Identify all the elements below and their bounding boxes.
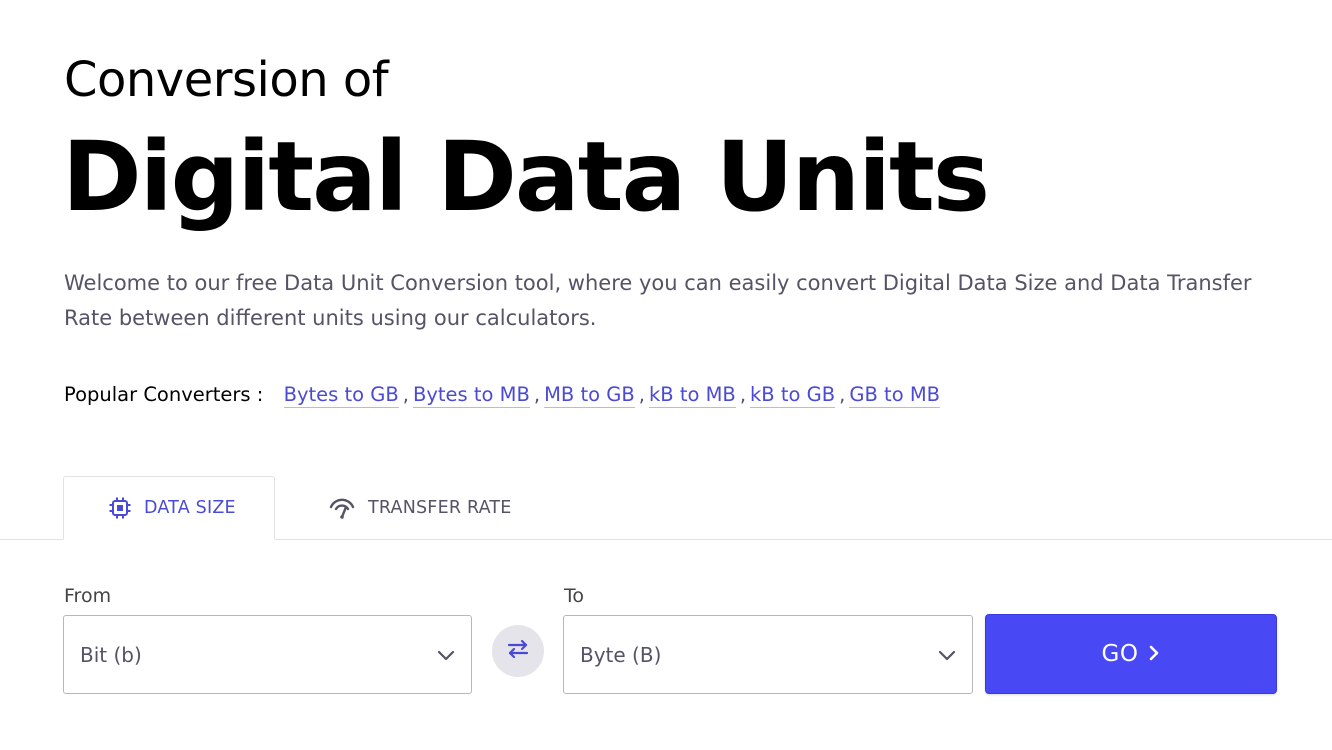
link-mb-to-gb[interactable]: MB to GB bbox=[544, 383, 635, 408]
hero-subtitle: Conversion of bbox=[64, 52, 389, 108]
from-unit-value: Bit (b) bbox=[80, 642, 142, 667]
link-separator: , bbox=[638, 383, 645, 406]
intro-text: Welcome to our free Data Unit Conversion… bbox=[64, 271, 1252, 330]
tab-data-size-label: DATA SIZE bbox=[144, 498, 236, 518]
from-label: From bbox=[64, 585, 112, 607]
swap-units-button[interactable] bbox=[492, 625, 544, 677]
chevron-right-icon bbox=[1148, 641, 1160, 667]
from-unit-select[interactable]: Bit (b) bbox=[63, 615, 472, 694]
tab-transfer-rate-label: TRANSFER RATE bbox=[368, 498, 512, 518]
tab-data-size[interactable]: DATA SIZE bbox=[63, 476, 275, 540]
popular-converters-label: Popular Converters : bbox=[64, 383, 264, 406]
link-separator: , bbox=[533, 383, 541, 406]
speedometer-icon bbox=[328, 496, 356, 520]
link-gb-to-mb[interactable]: GB to MB bbox=[849, 383, 941, 408]
link-bytes-to-gb[interactable]: Bytes to GB bbox=[283, 383, 399, 408]
swap-arrows-icon bbox=[506, 639, 530, 663]
chevron-down-icon bbox=[938, 643, 956, 667]
tab-transfer-rate[interactable]: TRANSFER RATE bbox=[328, 476, 512, 540]
popular-converters: Popular Converters : Bytes to GB, Bytes t… bbox=[64, 380, 941, 410]
to-unit-select[interactable]: Byte (B) bbox=[563, 615, 973, 694]
to-unit-value: Byte (B) bbox=[580, 642, 662, 667]
link-kb-to-mb[interactable]: kB to MB bbox=[648, 383, 736, 408]
link-bytes-to-mb[interactable]: Bytes to MB bbox=[412, 383, 530, 408]
chevron-down-icon bbox=[437, 643, 455, 667]
link-separator: , bbox=[739, 383, 747, 406]
chip-icon bbox=[108, 496, 132, 520]
link-kb-to-gb[interactable]: kB to GB bbox=[750, 383, 836, 408]
go-button[interactable]: GO bbox=[985, 614, 1277, 694]
to-label: To bbox=[564, 585, 585, 607]
page: Conversion of Digital Data Units Welcome… bbox=[0, 0, 1332, 750]
link-separator: , bbox=[402, 383, 409, 406]
page-title: Digital Data Units bbox=[62, 121, 990, 233]
link-separator: , bbox=[839, 383, 846, 406]
go-button-label: GO bbox=[1101, 641, 1139, 667]
